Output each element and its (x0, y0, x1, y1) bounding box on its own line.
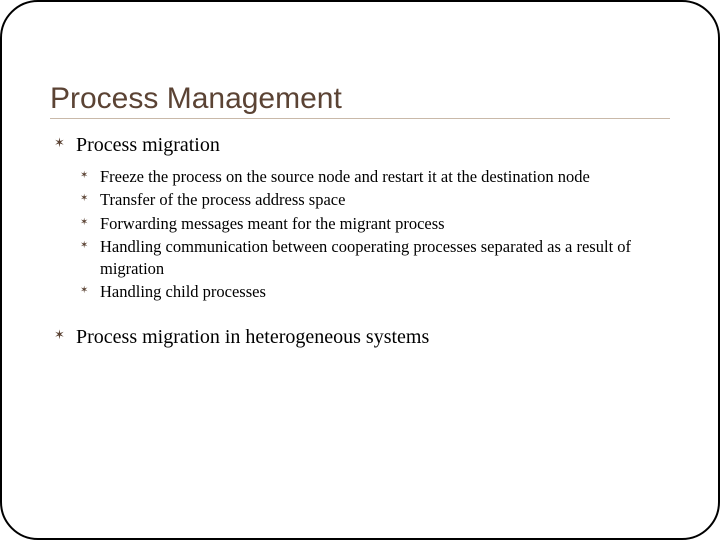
title-rule (50, 118, 670, 119)
slide-frame: Process Management Process migration Fre… (0, 0, 720, 540)
slide-title: Process Management (50, 82, 670, 116)
sub-list: Freeze the process on the source node an… (76, 166, 670, 303)
sub-item-text: Freeze the process on the source node an… (100, 167, 590, 186)
sub-item-text: Forwarding messages meant for the migran… (100, 214, 445, 233)
top-list: Process migration Freeze the process on … (50, 133, 670, 350)
list-item: Freeze the process on the source node an… (76, 166, 670, 187)
list-item: Handling communication between cooperati… (76, 236, 670, 279)
list-item: Transfer of the process address space (76, 189, 670, 210)
list-item-label: Process migration (76, 134, 220, 156)
list-item: Process migration Freeze the process on … (50, 133, 670, 303)
sub-item-text: Transfer of the process address space (100, 190, 345, 209)
list-item: Process migration in heterogeneous syste… (50, 325, 670, 350)
list-item-label: Process migration in heterogeneous syste… (76, 326, 429, 348)
sub-item-text: Handling communication between cooperati… (100, 237, 631, 277)
sub-item-text: Handling child processes (100, 282, 266, 301)
list-item: Handling child processes (76, 281, 670, 302)
list-item: Forwarding messages meant for the migran… (76, 213, 670, 234)
